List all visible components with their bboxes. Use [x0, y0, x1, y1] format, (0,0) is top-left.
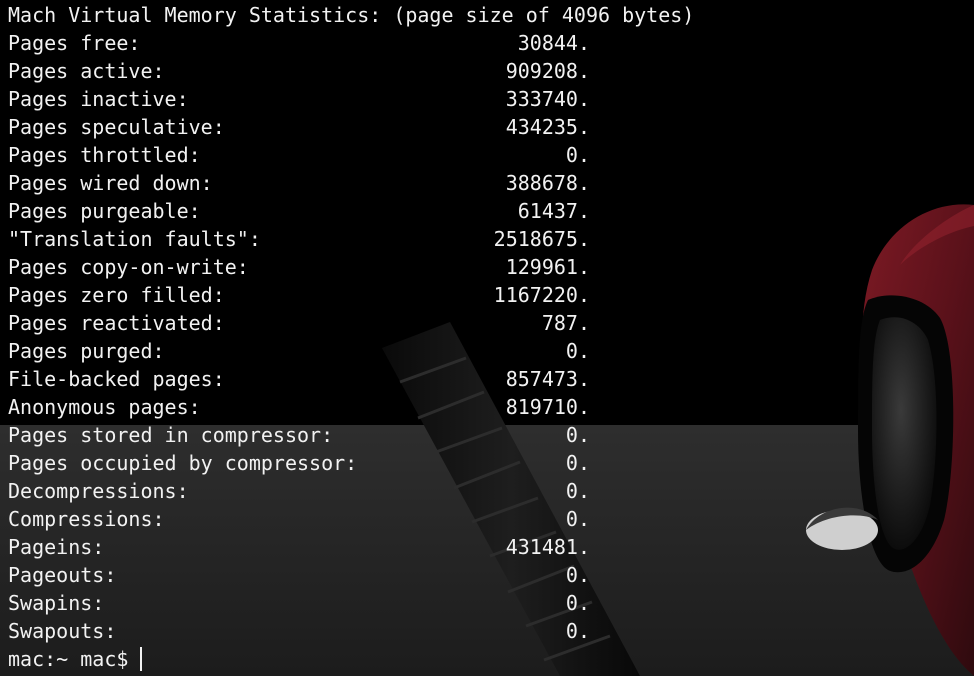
stat-value: 0.: [565, 451, 590, 475]
stat-value: 0.: [565, 479, 590, 503]
stat-row: Pages throttled: 0.: [8, 141, 968, 169]
stat-value: 333740.: [505, 87, 590, 111]
stat-value: 388678.: [505, 171, 590, 195]
stat-row: Pageins: 431481.: [8, 533, 968, 561]
terminal-window[interactable]: Mach Virtual Memory Statistics: (page si…: [0, 0, 974, 676]
stat-row: Compressions: 0.: [8, 505, 968, 533]
terminal-output: Mach Virtual Memory Statistics: (page si…: [8, 1, 968, 673]
stat-row: Pages free: 30844.: [8, 29, 968, 57]
stat-row: Pages copy-on-write: 129961.: [8, 253, 968, 281]
stat-row: Pages zero filled: 1167220.: [8, 281, 968, 309]
stat-row: Pages wired down: 388678.: [8, 169, 968, 197]
stat-row: Pages inactive: 333740.: [8, 85, 968, 113]
stat-value: 909208.: [505, 59, 590, 83]
stat-row: Pages stored in compressor: 0.: [8, 421, 968, 449]
stat-value: 0.: [565, 143, 590, 167]
stat-value: 1167220.: [493, 283, 590, 307]
stat-row: Decompressions: 0.: [8, 477, 968, 505]
stat-row: Pages speculative: 434235.: [8, 113, 968, 141]
stat-value: 0.: [565, 591, 590, 615]
stat-value: 2518675.: [493, 227, 590, 251]
stat-value: 30844.: [517, 31, 590, 55]
output-header: Mach Virtual Memory Statistics: (page si…: [8, 3, 695, 27]
text-cursor: [140, 647, 143, 671]
stat-value: 0.: [565, 507, 590, 531]
stat-value: 819710.: [505, 395, 590, 419]
stat-row: Swapouts: 0.: [8, 617, 968, 645]
stat-row: Pages occupied by compressor: 0.: [8, 449, 968, 477]
stat-value: 0.: [565, 563, 590, 587]
stat-value: 787.: [541, 311, 590, 335]
stat-value: 857473.: [505, 367, 590, 391]
stat-row: "Translation faults": 2518675.: [8, 225, 968, 253]
stat-row: Pages reactivated: 787.: [8, 309, 968, 337]
stat-value: 61437.: [517, 199, 590, 223]
stat-value: 431481.: [505, 535, 590, 559]
stat-row: Pages purgeable: 61437.: [8, 197, 968, 225]
stat-row: Pages active: 909208.: [8, 57, 968, 85]
stat-value: 0.: [565, 619, 590, 643]
stat-row: Pages purged: 0.: [8, 337, 968, 365]
command-prompt-line[interactable]: mac:~ mac$: [8, 645, 968, 673]
stat-value: 434235.: [505, 115, 590, 139]
stat-value: 0.: [565, 423, 590, 447]
shell-prompt: mac:~ mac$: [8, 647, 129, 671]
stat-row: Anonymous pages: 819710.: [8, 393, 968, 421]
stat-row: Swapins: 0.: [8, 589, 968, 617]
stat-row: File-backed pages: 857473.: [8, 365, 968, 393]
stat-value: 0.: [565, 339, 590, 363]
stat-value: 129961.: [505, 255, 590, 279]
stat-row: Pageouts: 0.: [8, 561, 968, 589]
